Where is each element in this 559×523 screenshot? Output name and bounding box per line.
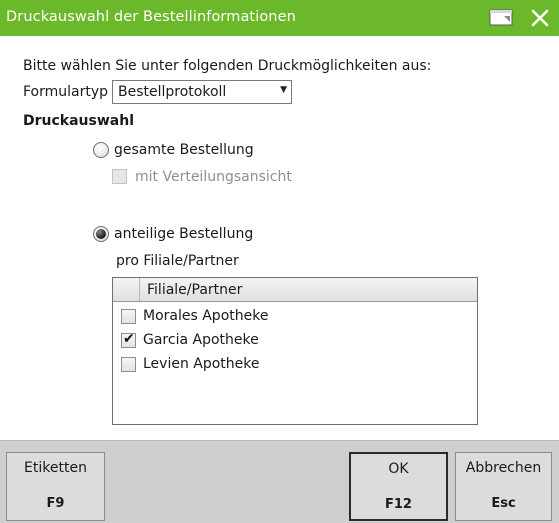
button-bar: Etiketten F9 OK F12 Abbrechen Esc [0,440,559,523]
checkbox-verteilungsansicht[interactable] [112,169,127,184]
column-header-filiale-partner[interactable]: Filiale/Partner [147,282,242,298]
ok-shortcut: F12 [385,497,412,512]
filiale-partner-label: pro Filiale/Partner [116,253,239,269]
etiketten-button[interactable]: Etiketten F9 [6,452,105,521]
table-row[interactable]: Morales Apotheke [113,305,477,329]
ok-label: OK [388,461,409,477]
abbrechen-label: Abbrechen [465,460,542,476]
section-title: Druckauswahl [23,113,134,129]
close-icon[interactable] [529,8,551,28]
row-checkbox[interactable] [121,357,136,372]
window-title: Druckauswahl der Bestellinformationen [6,9,296,25]
title-bar: Druckauswahl der Bestellinformationen [0,0,559,36]
window-layout-icon[interactable] [489,8,515,28]
ok-button[interactable]: OK F12 [349,452,448,521]
select-all-cell[interactable] [113,278,140,301]
row-name: Garcia Apotheke [143,332,259,348]
table-header: Filiale/Partner [113,278,477,302]
radio-anteilige-bestellung[interactable] [93,226,109,242]
chevron-down-icon: ▼ [280,85,287,95]
table-row[interactable]: Levien Apotheke [113,353,477,377]
row-checkbox[interactable] [121,309,136,324]
formulartyp-label: Formulartyp [23,84,109,100]
intro-text: Bitte wählen Sie unter folgenden Druckmö… [23,58,432,74]
formulartyp-value: Bestellprotokoll [118,84,227,100]
row-name: Morales Apotheke [143,308,269,324]
row-name: Levien Apotheke [143,356,260,372]
abbrechen-button[interactable]: Abbrechen Esc [455,452,552,521]
etiketten-shortcut: F9 [46,496,65,511]
row-checkbox[interactable]: ✔ [121,331,136,348]
etiketten-label: Etiketten [24,460,87,476]
radio-gesamte-bestellung[interactable] [93,142,109,158]
formulartyp-select[interactable]: Bestellprotokoll ▼ [112,80,292,104]
radio-gesamte-label[interactable]: gesamte Bestellung [114,142,254,158]
dialog-content: Bitte wählen Sie unter folgenden Druckmö… [0,36,559,440]
verteilungsansicht-label: mit Verteilungsansicht [135,169,292,185]
table-row[interactable]: ✔ Garcia Apotheke [113,329,477,353]
checkmark-icon: ✔ [123,331,135,347]
filiale-partner-table: Filiale/Partner Morales Apotheke ✔ Garci… [112,277,478,425]
abbrechen-shortcut: Esc [491,496,516,511]
radio-anteilige-label[interactable]: anteilige Bestellung [114,226,253,242]
